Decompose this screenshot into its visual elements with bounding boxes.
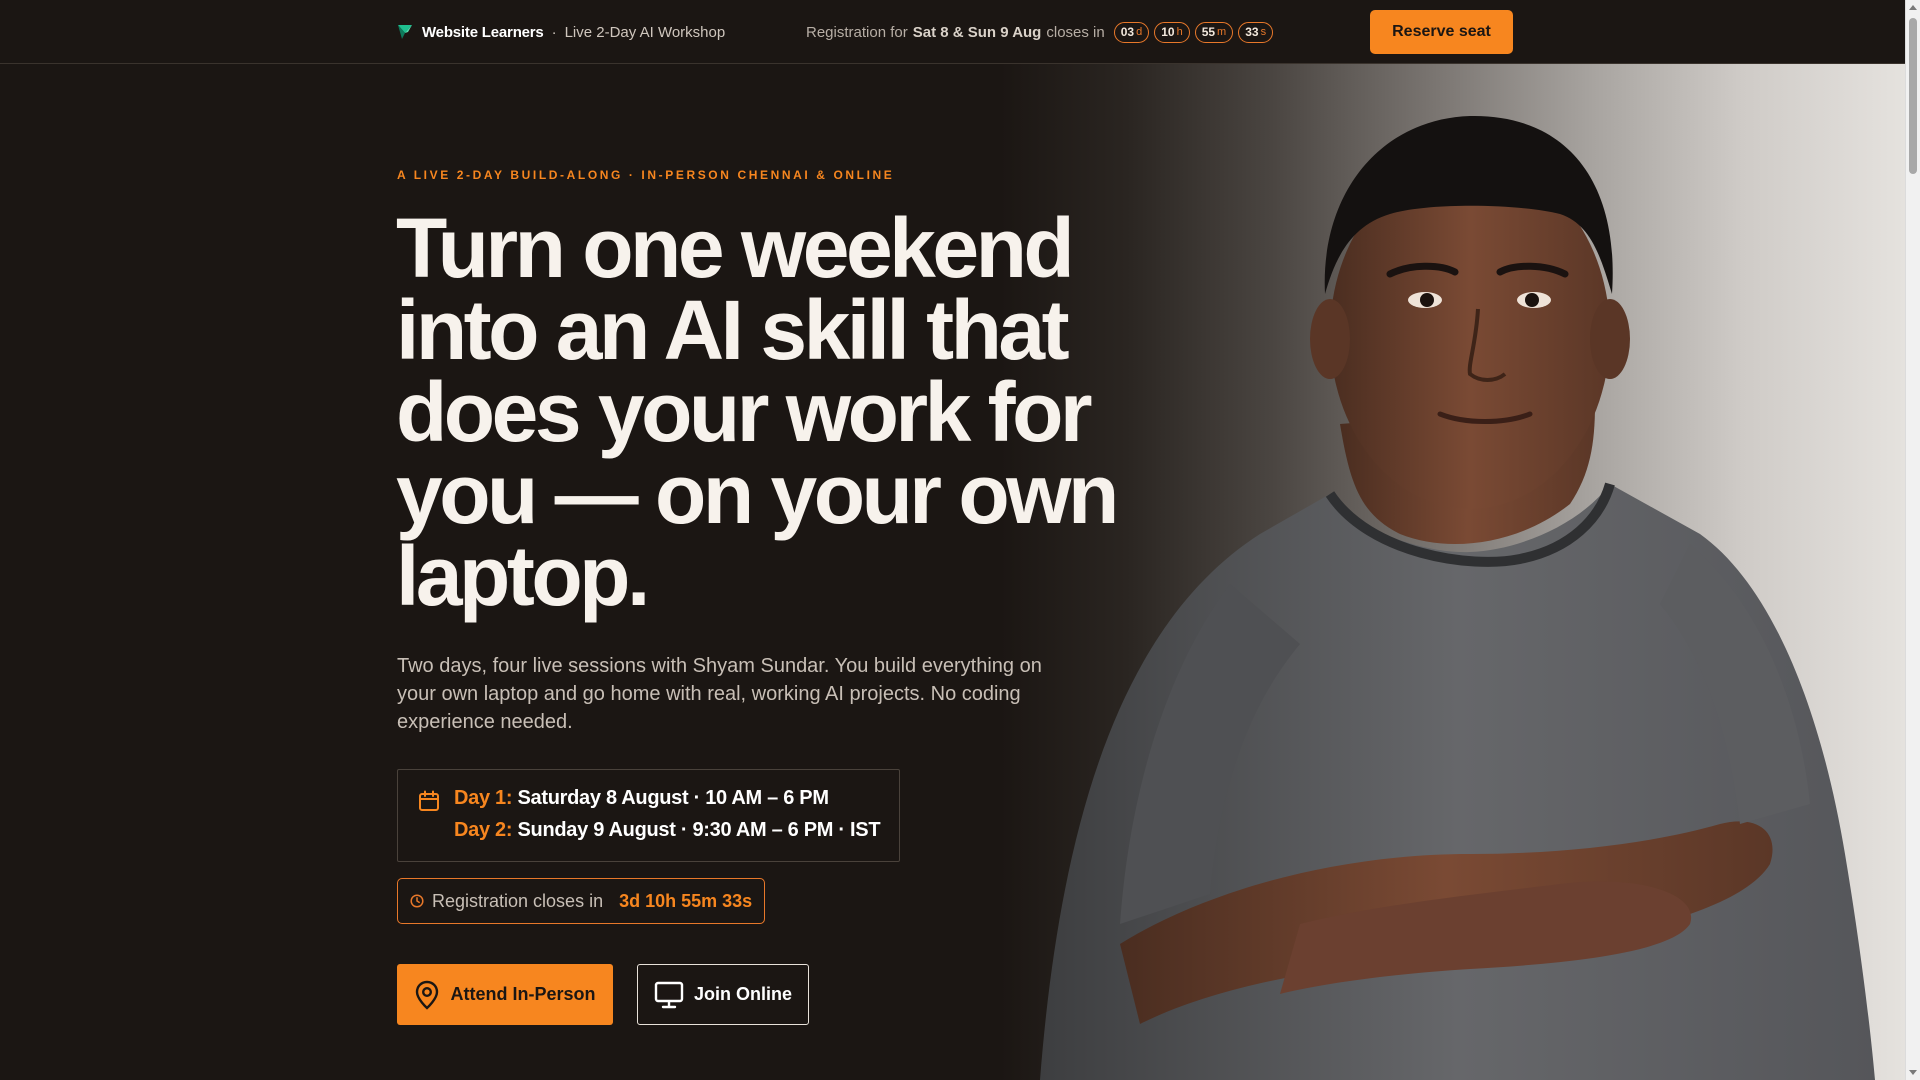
countdown-minutes-unit: m	[1217, 26, 1227, 38]
headline-line-1: Turn one weekend	[396, 201, 1075, 295]
brand-logo-icon	[398, 25, 412, 39]
countdown-hours-unit: h	[1176, 26, 1183, 38]
join-online-button[interactable]: Join Online	[637, 964, 809, 1025]
countdown-days: 03 d	[1113, 21, 1150, 43]
reserve-seat-button[interactable]: Reserve seat	[1370, 10, 1513, 54]
countdown-pills: 03 d 10 h 55 m 33 s	[1113, 21, 1274, 43]
countdown-days-unit: d	[1136, 26, 1143, 38]
countdown-hours-value: 10	[1161, 25, 1175, 39]
scroll-up-arrow-icon[interactable]	[1909, 5, 1917, 10]
clock-icon	[410, 894, 424, 908]
schedule-day-1: Day 1: Saturday 8 August · 10 AM – 6 PM	[454, 787, 829, 810]
top-nav-bar: Website Learners · Live 2-Day AI Worksho…	[0, 0, 1905, 64]
countdown-hours: 10 h	[1154, 21, 1190, 43]
location-pin-icon	[416, 980, 439, 1010]
closes-label: Registration closes in	[432, 890, 604, 911]
calendar-icon	[419, 790, 439, 811]
brand-subtitle: Live 2-Day AI Workshop	[564, 23, 726, 41]
attend-in-person-button[interactable]: Attend In-Person	[397, 964, 613, 1025]
brand-name: Website Learners	[422, 23, 544, 41]
brand-separator: ·	[551, 23, 557, 41]
registration-closes-box: Registration closes in 3d 10h 55m 33s	[397, 878, 766, 924]
attend-in-person-label: Attend In-Person	[450, 984, 596, 1004]
page-scrollbar[interactable]	[1905, 0, 1920, 1080]
brand[interactable]: Website Learners · Live 2-Day AI Worksho…	[396, 22, 725, 42]
scroll-thumb[interactable]	[1909, 18, 1917, 174]
registration-prefix: Registration for	[806, 23, 908, 41]
registration-suffix: closes in	[1046, 23, 1105, 41]
headline-line-3: does your work for	[396, 365, 1093, 459]
day-1-label: Day 1:	[454, 787, 513, 809]
registration-dates: Sat 8 & Sun 9 Aug	[912, 23, 1042, 41]
countdown-minutes: 55 m	[1194, 21, 1234, 43]
day-1-text: Saturday 8 August · 10 AM – 6 PM	[517, 787, 830, 809]
headline-line-2: into an AI skill that	[396, 283, 1070, 377]
countdown-seconds: 33 s	[1238, 21, 1274, 43]
headline-line-5: laptop.	[396, 529, 650, 623]
scroll-down-arrow-icon[interactable]	[1909, 1070, 1917, 1075]
hero-lede: Two days, four live sessions with Shyam …	[397, 655, 1042, 733]
registration-countdown-strip: Registration for Sat 8 & Sun 9 Aug close…	[806, 20, 1274, 44]
monitor-icon	[654, 981, 684, 1008]
countdown-days-value: 03	[1120, 25, 1135, 39]
day-2-text: Sunday 9 August · 9:30 AM – 6 PM · IST	[517, 819, 881, 841]
join-online-label: Join Online	[693, 984, 792, 1004]
countdown-seconds-value: 33	[1245, 25, 1259, 39]
hero-headline: Turn one weekend into an AI skill that d…	[396, 201, 1156, 623]
day-2-label: Day 2:	[454, 819, 513, 841]
countdown-seconds-unit: s	[1260, 26, 1267, 38]
schedule-day-2: Day 2: Sunday 9 August · 9:30 AM – 6 PM …	[454, 819, 881, 842]
closes-countdown: 3d 10h 55m 33s	[619, 890, 753, 911]
headline-line-4: you — on your own	[396, 447, 1119, 541]
hero-eyebrow: A LIVE 2-DAY BUILD-ALONG · IN-PERSON CHE…	[397, 168, 895, 182]
countdown-minutes-value: 55	[1201, 25, 1216, 39]
schedule-card: Day 1: Saturday 8 August · 10 AM – 6 PM …	[397, 769, 900, 862]
